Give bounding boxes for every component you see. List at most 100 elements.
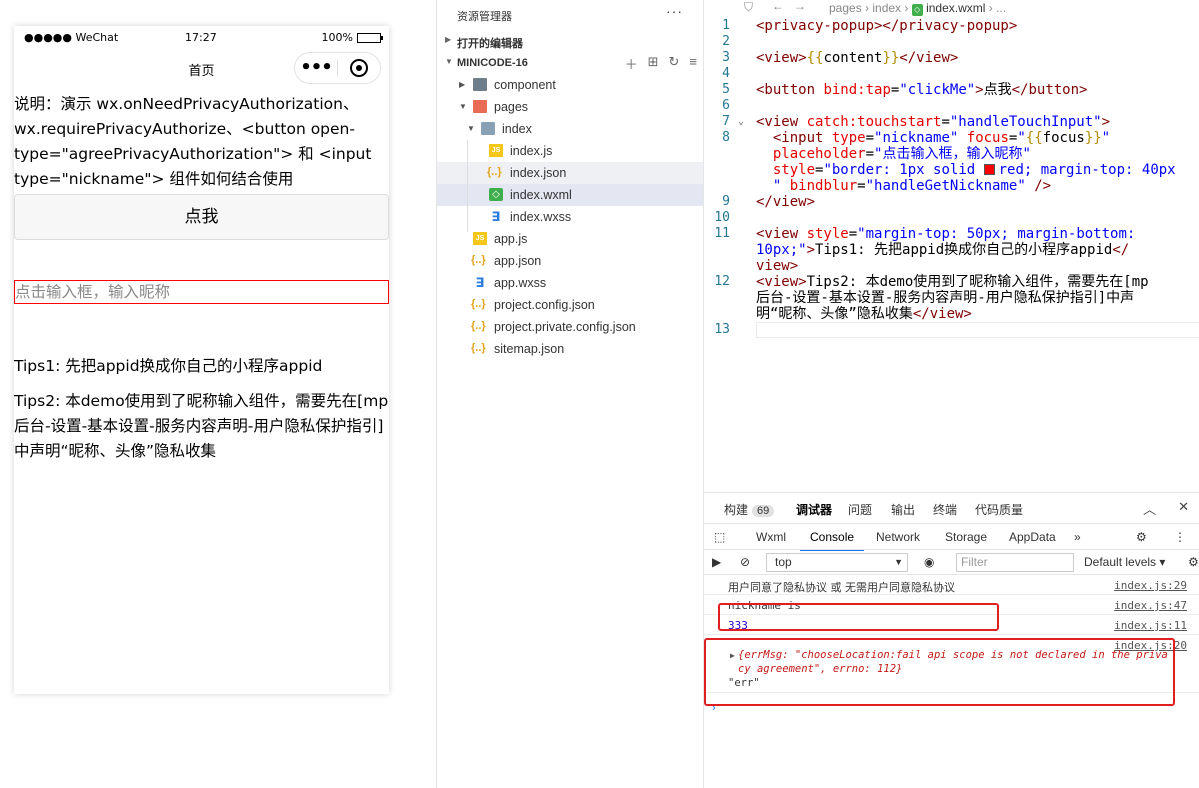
bookmark-icon[interactable]: ⛉ [744, 0, 753, 15]
battery-percent: 100% [321, 31, 353, 44]
new-folder-icon[interactable]: ⊞ [648, 54, 659, 73]
app-root: ●●●●● WeChat 17:27 100% 首页 ••• 说明：演示 wx.… [0, 0, 1199, 788]
sidebar-toggle-icon[interactable]: ▶ [712, 555, 721, 569]
clock: 17:27 [185, 31, 217, 44]
devtools-tabs: ⬚ Wxml Console Network Storage AppData »… [704, 523, 1199, 551]
nav-arrows-icon[interactable]: ←→ [772, 0, 816, 13]
tree-item-project-private-config[interactable]: {..} project.private.config.json [437, 316, 703, 338]
wxml-file-icon: ◇ [489, 188, 503, 201]
menu-capsule: ••• [294, 52, 381, 84]
tab-storage[interactable]: Storage [945, 530, 987, 544]
explorer-more-icon[interactable]: ··· [666, 3, 683, 19]
chevron-down-icon: ▼ [467, 124, 475, 133]
highlight-box [704, 638, 1175, 706]
tab-code-quality[interactable]: 代码质量 [975, 501, 1023, 518]
code-area[interactable]: 1 <privacy-popup></privacy-popup> 2 3 <vie… [704, 18, 1199, 338]
tree-item-index-folder[interactable]: ▼ index [437, 118, 703, 140]
tips2-text: Tips2: 本demo使用到了昵称输入组件，需要先在[mp后台-设置-基本设置… [14, 392, 389, 460]
tab-console[interactable]: Console [799, 530, 865, 551]
fold-chevron-icon: ⌄ [738, 116, 745, 127]
chevron-right-icon: ▶ [445, 35, 452, 44]
tree-item-pages[interactable]: ▼ pages [437, 96, 703, 118]
json-file-icon: {..} [471, 254, 486, 266]
source-link[interactable]: index.js:11 [1114, 619, 1187, 632]
refresh-icon[interactable]: ↻ [669, 54, 680, 73]
battery-icon [357, 32, 383, 43]
editor-breadcrumb-bar: ⛉ ←→ pages › index › ◇ index.wxml › ... [704, 0, 1199, 16]
folder-icon [473, 78, 487, 91]
nickname-input[interactable]: 点击输入框，输入昵称 [14, 280, 389, 304]
json-file-icon: {..} [471, 320, 486, 332]
build-count-badge: 69 [752, 505, 775, 517]
click-me-button[interactable]: 点我 [14, 194, 389, 240]
inspect-icon[interactable]: ⬚ [714, 530, 725, 544]
close-icon[interactable]: ✕ [1178, 499, 1189, 518]
source-link[interactable]: index.js:29 [1114, 579, 1187, 592]
chevron-up-icon[interactable]: ︿ [1143, 499, 1156, 518]
tab-appdata[interactable]: AppData [1009, 530, 1056, 544]
console-toolbar: ▶ ⊘ top ▼ ◉ Filter Default levels ▾ ⚙ [704, 549, 1199, 575]
simulator-phone: ●●●●● WeChat 17:27 100% 首页 ••• 说明：演示 wx.… [14, 26, 389, 694]
source-link[interactable]: index.js:47 [1114, 599, 1187, 612]
status-bar: ●●●●● WeChat 17:27 100% [14, 26, 389, 50]
tree-item-component[interactable]: ▶ component [437, 74, 703, 96]
js-file-icon: JS [489, 144, 503, 157]
close-miniprogram-icon[interactable] [338, 59, 380, 77]
indent-guide [467, 140, 468, 232]
wxss-file-icon: ∃ [491, 209, 501, 224]
chevron-down-icon: ▼ [445, 57, 453, 66]
tree-item-app-json[interactable]: {..} app.json [437, 250, 703, 272]
collapse-all-icon[interactable]: ≡ [689, 54, 697, 73]
tab-problems[interactable]: 问题 [848, 501, 872, 518]
log-levels-select[interactable]: Default levels ▾ [1084, 555, 1165, 569]
tab-debugger[interactable]: 调试器 [796, 501, 832, 518]
nav-bar: 首页 ••• [14, 50, 389, 86]
tree-item-app-wxss[interactable]: ∃ app.wxss [437, 272, 703, 294]
page-content: 说明：演示 wx.onNeedPrivacyAuthorization、wx.r… [14, 86, 389, 464]
tab-network[interactable]: Network [876, 530, 920, 544]
folder-open-icon [481, 122, 495, 135]
tree-item-index-js[interactable]: JS index.js [437, 140, 703, 162]
tree-item-index-wxml[interactable]: ◇ index.wxml [437, 184, 703, 206]
breadcrumb: pages › index › ◇ index.wxml › ... [829, 1, 1007, 16]
carrier-label: ●●●●● WeChat [24, 31, 119, 44]
folder-open-icon [473, 100, 487, 113]
description-text: 说明：演示 wx.onNeedPrivacyAuthorization、wx.r… [14, 95, 372, 188]
tree-item-app-js[interactable]: JS app.js [437, 228, 703, 250]
tree-item-project-config[interactable]: {..} project.config.json [437, 294, 703, 316]
debug-panel: 构建 69 调试器 问题 输出 终端 代码质量 ︿ ✕ ⬚ Wxml Consol… [703, 492, 1199, 788]
eye-icon[interactable]: ◉ [924, 555, 934, 569]
console-message: 用户同意了隐私协议 或 无需用户同意隐私协议 index.js:29 [704, 575, 1199, 595]
wxml-file-icon: ◇ [911, 4, 923, 16]
tree-item-index-wxss[interactable]: ∃ index.wxss [437, 206, 703, 228]
console-filter-input[interactable]: Filter [956, 553, 1074, 572]
more-dots-icon[interactable]: ••• [295, 59, 337, 77]
color-swatch-icon [983, 164, 995, 175]
tree-item-index-json[interactable]: {..} index.json [437, 162, 703, 184]
current-line-highlight [756, 322, 1199, 338]
wxss-file-icon: ∃ [475, 275, 485, 290]
chevron-down-icon: ▼ [459, 102, 467, 111]
tab-wxml[interactable]: Wxml [756, 530, 786, 544]
code-editor[interactable]: ⛉ ←→ pages › index › ◇ index.wxml › ... … [703, 0, 1199, 492]
context-select[interactable]: top ▼ [766, 553, 908, 572]
json-file-icon: {..} [471, 298, 486, 310]
tab-build[interactable]: 构建 69 [724, 501, 775, 518]
highlight-box [718, 603, 999, 631]
open-editors-section[interactable]: ▶ 打开的编辑器 [437, 30, 703, 52]
panel-tabs: 构建 69 调试器 问题 输出 终端 代码质量 ︿ ✕ [704, 493, 1199, 523]
tree-item-sitemap[interactable]: {..} sitemap.json [437, 338, 703, 360]
json-file-icon: {..} [471, 342, 486, 354]
clear-console-icon[interactable]: ⊘ [740, 555, 750, 569]
tab-output[interactable]: 输出 [891, 501, 915, 518]
settings-gear-icon[interactable]: ⚙ [1188, 555, 1199, 569]
settings-gear-icon[interactable]: ⚙ [1136, 530, 1147, 544]
js-file-icon: JS [473, 232, 487, 245]
project-section[interactable]: ▼ MINICODE-16 ＋ ⊞ ↻ ≡ [437, 52, 703, 74]
new-file-icon[interactable]: ＋ [625, 54, 638, 73]
kebab-menu-icon[interactable]: ⋮ [1174, 530, 1186, 544]
more-tabs-icon[interactable]: » [1074, 530, 1081, 544]
json-file-icon: {..} [487, 166, 502, 178]
explorer-panel: 资源管理器 ··· ▶ 打开的编辑器 ▼ MINICODE-16 ＋ ⊞ ↻ ≡… [436, 0, 703, 788]
tab-terminal[interactable]: 终端 [933, 501, 957, 518]
